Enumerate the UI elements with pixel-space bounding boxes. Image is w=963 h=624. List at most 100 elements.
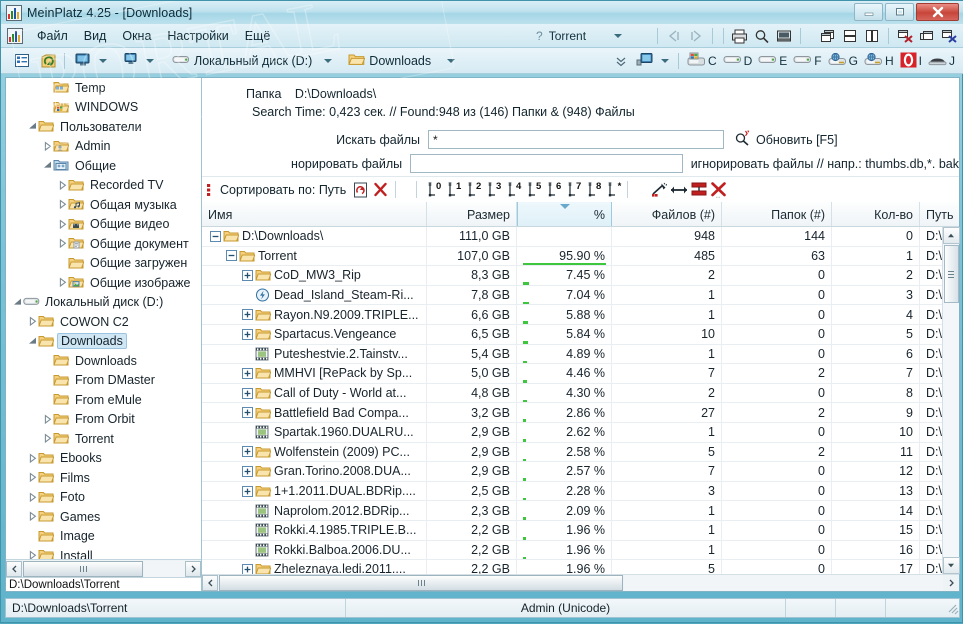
row-expander-icon[interactable]: [242, 544, 253, 555]
tree-expander-icon[interactable]: [27, 121, 38, 132]
maximize-button[interactable]: [885, 3, 914, 21]
fit-columns-icon[interactable]: [669, 180, 689, 200]
tree-node[interactable]: Общие загружен: [6, 254, 201, 274]
tree-node[interactable]: COWON C2: [6, 312, 201, 332]
screen-icon[interactable]: [773, 26, 795, 46]
table-row[interactable]: Naprolom.2012.BDRip...2,3 GB2.09 %1014D:…: [202, 501, 942, 521]
tile-horizontal-icon[interactable]: [839, 26, 861, 46]
path-drive[interactable]: Локальный диск (D:): [168, 53, 336, 69]
tree-expander-icon[interactable]: [42, 160, 53, 171]
refresh-folder-icon[interactable]: [37, 51, 59, 71]
row-expander-icon[interactable]: [242, 564, 253, 574]
tree-node[interactable]: Install: [6, 546, 201, 559]
table-row[interactable]: CoD_MW3_Rip8,3 GB7.45 %202D:\Dc: [202, 266, 942, 286]
menu-file[interactable]: Файл: [29, 26, 76, 46]
tree-node[interactable]: From DMaster: [6, 371, 201, 391]
tree-expander-icon[interactable]: [42, 433, 53, 444]
tree-node[interactable]: Torrent: [6, 429, 201, 449]
column-path[interactable]: Путь: [920, 202, 963, 226]
window-select-combo[interactable]: ? Torrent: [532, 27, 652, 45]
menu-view[interactable]: Вид: [76, 26, 115, 46]
table-row[interactable]: D:\Downloads\111,0 GB9481440D:\Dc: [202, 227, 942, 247]
tree-node[interactable]: Foto: [6, 488, 201, 508]
table-body[interactable]: D:\Downloads\111,0 GB9481440D:\DcTorrent…: [202, 227, 942, 574]
computer-combo[interactable]: [70, 52, 111, 70]
close-window-icon[interactable]: [938, 26, 960, 46]
monitor-combo[interactable]: [632, 52, 673, 70]
overflow-chevrons-icon[interactable]: [610, 51, 632, 71]
table-horizontal-scrollbar[interactable]: [202, 574, 959, 591]
column-percent[interactable]: %: [517, 202, 612, 226]
tree-expander-icon[interactable]: [57, 180, 68, 191]
row-expander-icon[interactable]: [242, 427, 253, 438]
row-expander-icon[interactable]: [242, 270, 253, 281]
tree-node[interactable]: Общие изображе: [6, 273, 201, 293]
back-icon[interactable]: [663, 26, 685, 46]
table-row[interactable]: Call of Duty - World at...4,8 GB4.30 %20…: [202, 384, 942, 404]
delete-red-x-icon[interactable]: [370, 180, 390, 200]
tree-node[interactable]: Пользователи: [6, 117, 201, 137]
reload-icon[interactable]: [350, 180, 370, 200]
table-row[interactable]: Zheleznaya.ledi.2011....2,2 GB1.96 %5017…: [202, 560, 942, 574]
column-size[interactable]: Размер: [427, 202, 517, 226]
path-folder[interactable]: Downloads: [344, 52, 459, 69]
column-count[interactable]: Кол-во: [832, 202, 920, 226]
search-input[interactable]: [428, 130, 724, 149]
tree-horizontal-scrollbar[interactable]: [6, 559, 201, 577]
tree-node[interactable]: Общая музыка: [6, 195, 201, 215]
row-expander-icon[interactable]: [242, 368, 253, 379]
tree-expander-icon[interactable]: [27, 336, 38, 347]
tree-expander-icon[interactable]: [27, 511, 38, 522]
tree-expander-icon[interactable]: [27, 531, 38, 542]
row-expander-icon[interactable]: [242, 486, 253, 497]
column-folders[interactable]: Папок (#): [722, 202, 832, 226]
level-button-3[interactable]: 3: [482, 180, 502, 199]
close-all-icon[interactable]: [894, 26, 916, 46]
tree-node[interactable]: Games: [6, 507, 201, 527]
level-button-*[interactable]: *: [602, 180, 622, 199]
tree-node[interactable]: Image: [6, 527, 201, 547]
tree-expander-icon[interactable]: [57, 258, 68, 269]
clear-red-x-icon[interactable]: ...: [709, 180, 729, 200]
table-row[interactable]: Puteshestvie.2.Tainstv...5,4 GB4.89 %106…: [202, 345, 942, 365]
table-row[interactable]: Gran.Torino.2008.DUA...2,9 GB2.57 %7012D…: [202, 462, 942, 482]
table-vertical-scrollbar[interactable]: [942, 227, 959, 574]
table-hscroll-track[interactable]: [624, 575, 943, 591]
tree-expander-icon[interactable]: [57, 199, 68, 210]
tree-node[interactable]: Films: [6, 468, 201, 488]
drive-e[interactable]: E: [755, 53, 790, 69]
level-button-6[interactable]: 6: [542, 180, 562, 199]
drive-d[interactable]: D: [720, 53, 756, 69]
tree-expander-icon[interactable]: [12, 297, 23, 308]
minimize-button[interactable]: [854, 3, 883, 21]
tree-node[interactable]: Локальный диск (D:): [6, 293, 201, 313]
tree-node[interactable]: Общие видео: [6, 215, 201, 235]
row-expander-icon[interactable]: [242, 505, 253, 516]
cascade-windows-icon[interactable]: [817, 26, 839, 46]
scroll-left-button[interactable]: [202, 575, 218, 591]
column-name[interactable]: Имя: [202, 202, 427, 226]
tree-expander-icon[interactable]: [27, 316, 38, 327]
row-expander-icon[interactable]: [242, 309, 253, 320]
menu-windows[interactable]: Окна: [114, 26, 159, 46]
row-expander-icon[interactable]: [242, 388, 253, 399]
tree-expander-icon[interactable]: [27, 472, 38, 483]
row-expander-icon[interactable]: [242, 290, 253, 301]
columns-icon[interactable]: [689, 180, 709, 200]
folder-tree[interactable]: TempWINDOWSПользователиAdminОбщиеRecorde…: [6, 78, 201, 559]
tree-expander-icon[interactable]: [42, 102, 53, 113]
list-view-icon[interactable]: [11, 51, 33, 71]
scroll-up-button[interactable]: [943, 227, 960, 244]
table-row[interactable]: Spartak.1960.DUALRU...2,9 GB2.62 %1010D:…: [202, 423, 942, 443]
tree-expander-icon[interactable]: [27, 453, 38, 464]
tree-expander-icon[interactable]: [27, 550, 38, 559]
table-row[interactable]: Wolfenstein (2009) PC...2,9 GB2.58 %5211…: [202, 443, 942, 463]
table-row[interactable]: Dead_Island_Steam-Ri...7,8 GB7.04 %103D:…: [202, 286, 942, 306]
copy-window-icon[interactable]: [916, 26, 938, 46]
expand-tree-icon[interactable]: [649, 180, 669, 200]
table-scroll-thumb[interactable]: [944, 245, 959, 303]
row-expander-icon[interactable]: [226, 250, 237, 261]
level-button-2[interactable]: 2: [462, 180, 482, 199]
drive-g[interactable]: G: [825, 53, 861, 70]
tree-node[interactable]: From Orbit: [6, 410, 201, 430]
